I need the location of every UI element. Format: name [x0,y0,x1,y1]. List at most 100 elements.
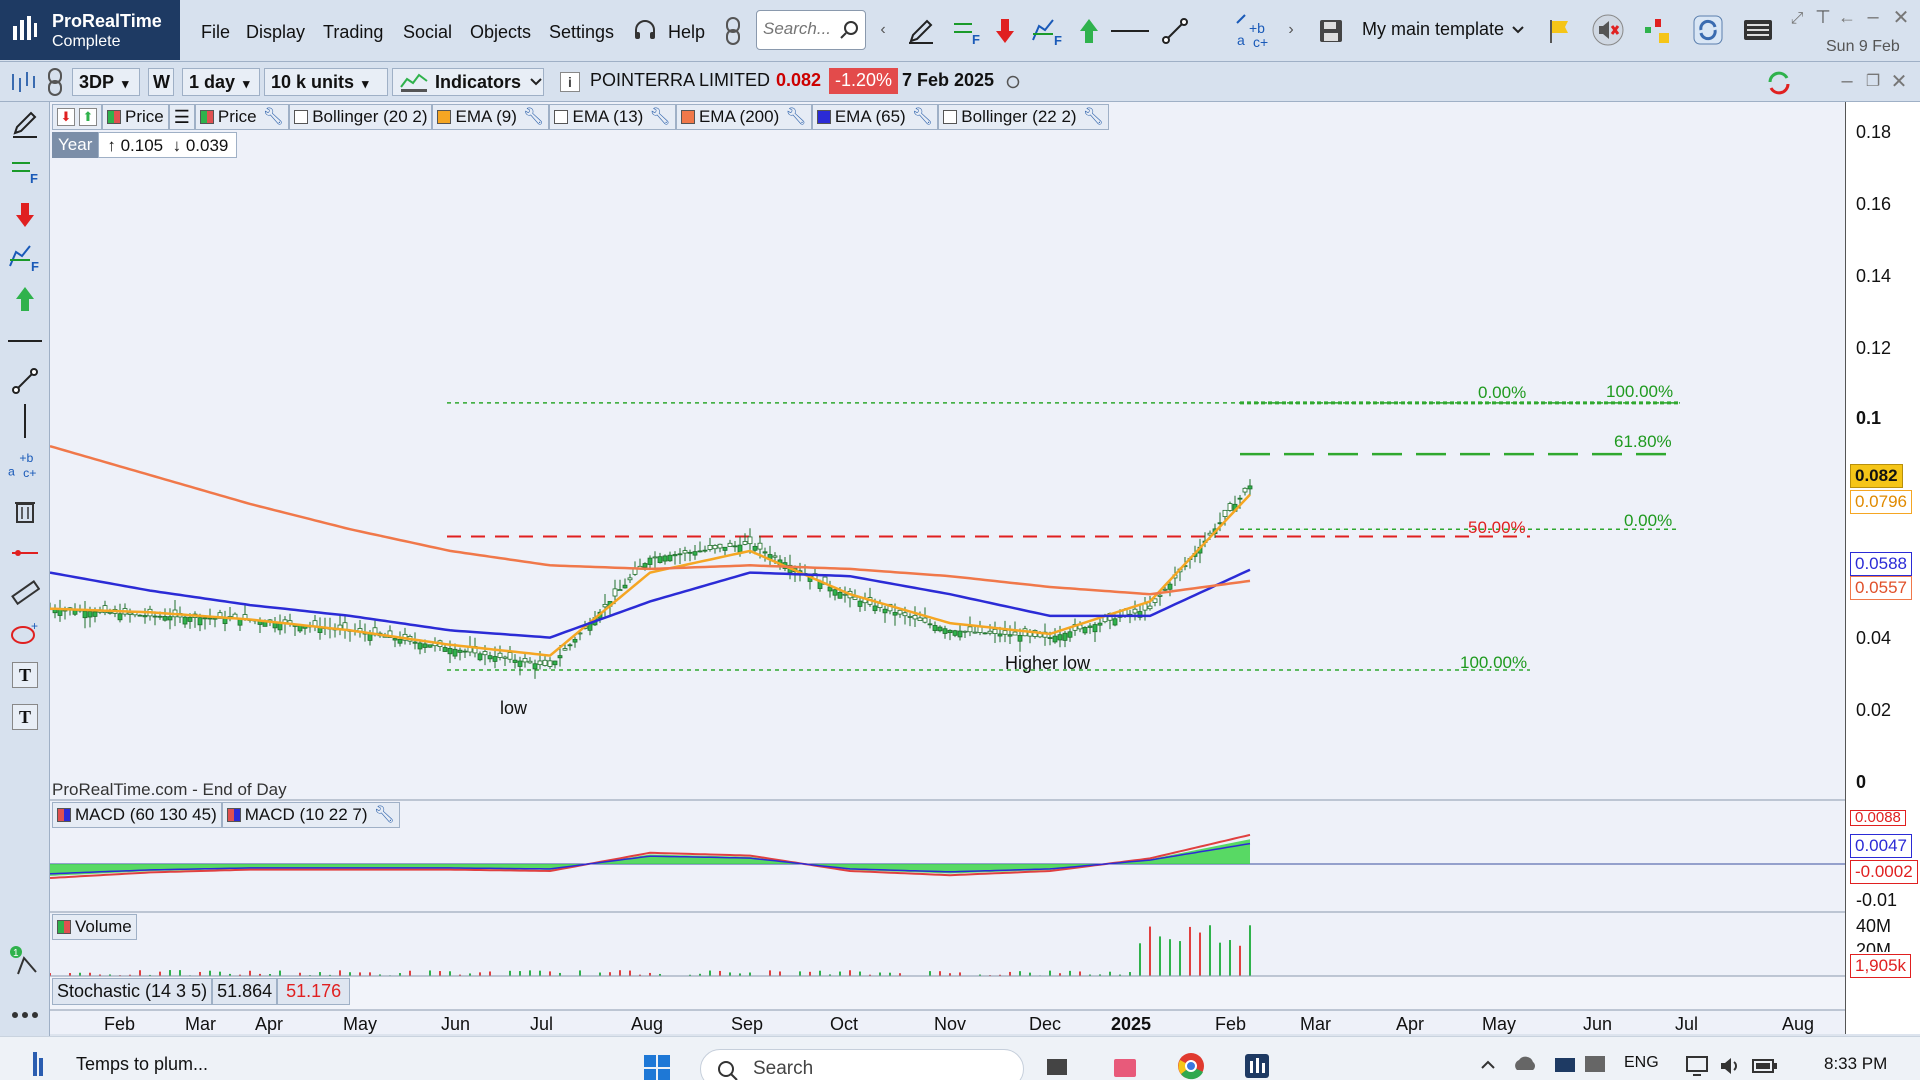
legend-bollinger-22[interactable]: Bollinger (22 2) 🔧︎ [938,104,1110,130]
legend-ema-9[interactable]: EMA (9) 🔧︎ [432,104,550,130]
sell-arrow-icon[interactable] [990,14,1020,48]
fib-fan-tool-icon[interactable]: F [8,240,42,274]
price-axis[interactable]: 0.18 0.16 0.14 0.12 0.1 0.04 0.02 0 0.08… [1845,102,1920,1034]
chrome-icon[interactable] [1176,1051,1206,1080]
buy-tool-icon[interactable] [8,282,42,316]
legend-list[interactable]: ☰ [168,104,195,130]
alerts-icon[interactable] [1640,12,1676,48]
clock-small-icon[interactable] [1005,74,1021,90]
stochastic-legend[interactable]: Stochastic (14 3 5) 51.864 51.176 [52,978,351,1005]
sync-icon[interactable] [1690,12,1726,48]
legend-down-up-buttons[interactable]: ⬇ ⬆ [52,104,102,130]
search-field[interactable] [756,10,866,50]
close-icon[interactable]: ✕ [1890,6,1912,29]
taskbar-prorealtime-icon[interactable] [1242,1051,1272,1080]
fib-lines-icon[interactable]: F [950,14,984,48]
menu-objects[interactable]: Objects [470,22,531,43]
legend-ema-65[interactable]: EMA (65) 🔧︎ [811,104,939,130]
windows-start-icon[interactable] [640,1053,674,1080]
legend-down-icon[interactable]: ⬇ [57,108,75,126]
time-axis[interactable]: Feb Mar Apr May Jun Jul Aug Sep Oct Nov … [50,1012,1845,1036]
hline-tool-icon[interactable] [8,324,42,358]
flag-icon[interactable] [1544,14,1576,48]
taskbar-app-icon[interactable] [28,1047,54,1077]
annotation-low[interactable]: low [500,698,527,719]
tray-cloud-icon[interactable] [1510,1051,1540,1077]
legend-price-2[interactable]: Price 🔧︎ [194,104,290,130]
add-object-icon[interactable]: a +b c+ [1234,12,1276,50]
buy-arrow-icon[interactable] [1074,14,1104,48]
wrench-ema13-icon[interactable]: 🔧︎ [649,107,671,127]
vline-tool-icon[interactable] [8,404,42,438]
ruler-icon[interactable] [8,576,42,610]
template-selector[interactable]: My main template [1362,19,1504,40]
minimize-icon[interactable]: – [1862,6,1884,28]
legend-ema-13[interactable]: EMA (13) 🔧︎ [549,104,676,130]
pin-icon[interactable]: ⊤ [1812,6,1834,28]
tray-app-icon[interactable] [1580,1051,1610,1077]
trash-icon[interactable] [8,494,42,528]
interval-selector[interactable]: 1 day ▾ [182,68,260,96]
legend-price-1[interactable]: Price [102,104,169,130]
red-line-tool-icon[interactable] [8,536,42,570]
taskbar-language[interactable]: ENG [1624,1054,1659,1072]
w-button[interactable]: W [148,68,174,96]
indicators-button[interactable]: Indicators [392,68,544,96]
panel-minimize-icon[interactable]: – [1836,70,1858,92]
taskbar-explorer-icon[interactable] [1044,1053,1070,1080]
restore-window-icon[interactable]: ⤢ [1786,8,1808,30]
wrench-ema9-icon[interactable]: 🔧︎ [523,107,545,127]
menu-display[interactable]: Display [246,22,305,43]
app-logo[interactable]: ProRealTime Complete [0,0,180,60]
horizontal-line-icon[interactable] [1110,14,1150,48]
chart-area[interactable]: ⬇ ⬆ Price ☰ Price 🔧︎ Bollinger (20 2) EMA… [50,102,1845,1034]
wrench-icon[interactable]: 🔧︎ [263,107,285,127]
legend-volume[interactable]: Volume [52,914,137,940]
panel-close-icon[interactable]: ✕ [1888,70,1910,93]
menu-trading[interactable]: Trading [323,22,383,43]
chart-type-icon[interactable] [8,68,38,96]
wrench-ema65-icon[interactable]: 🔧︎ [912,107,934,127]
units-selector[interactable]: 10 k units ▾ [264,68,388,96]
sound-off-icon[interactable] [1590,12,1626,48]
chain-icon[interactable] [44,66,66,98]
ellipse-tool-icon[interactable]: + [8,616,42,650]
keyboard-icon[interactable] [1740,12,1776,48]
fib-fan-icon[interactable]: F [1030,14,1066,48]
pencil-tool-icon[interactable] [8,108,42,142]
replay-tool-icon[interactable]: 1 [8,944,42,978]
tray-chevron-up-icon[interactable] [1478,1055,1498,1075]
text-tool-icon[interactable]: T [8,658,42,692]
tray-battery-icon[interactable] [1752,1053,1778,1079]
taskbar-clock[interactable]: 8:33 PM [1824,1054,1887,1074]
scroll-right-icon[interactable]: › [1284,20,1298,40]
trendline-tool-icon[interactable] [8,364,42,398]
tray-volume-icon[interactable] [1718,1053,1744,1079]
legend-up-icon[interactable]: ⬆ [79,108,97,126]
taskbar-search[interactable]: Search [700,1049,1024,1080]
panel-restore-icon[interactable]: ❐ [1862,70,1884,92]
sell-tool-icon[interactable] [8,198,42,232]
link-icon[interactable] [722,14,744,48]
text-object-tool-icon[interactable]: a +b c+ [8,446,42,480]
legend-macd-long[interactable]: MACD (60 130 45) [52,802,222,828]
legend-macd-short[interactable]: MACD (10 22 7) 🔧︎ [221,802,401,828]
price-chart[interactable] [50,102,1845,1034]
menu-social[interactable]: Social [403,22,452,43]
tray-monitor-icon[interactable] [1684,1053,1710,1079]
indicators-chevron-icon[interactable] [528,72,544,92]
annotation-higher-low[interactable]: Higher low [1005,653,1090,674]
scroll-left-icon[interactable]: ‹ [876,20,890,40]
template-chevron-icon[interactable] [1510,20,1526,40]
taskbar-store-icon[interactable] [1110,1051,1140,1080]
menu-settings[interactable]: Settings [549,22,614,43]
more-tools-icon[interactable] [8,998,42,1032]
wrench-ema200-icon[interactable]: 🔧︎ [785,107,807,127]
wrench-macd-icon[interactable]: 🔧︎ [374,805,396,825]
refresh-chart-icon[interactable] [1762,66,1796,100]
wrench-bollinger22-icon[interactable]: 🔧︎ [1083,107,1105,127]
back-icon[interactable]: ← [1836,6,1858,28]
search-input[interactable] [763,11,843,47]
info-icon[interactable]: i [560,72,580,92]
headset-icon[interactable] [630,16,660,46]
